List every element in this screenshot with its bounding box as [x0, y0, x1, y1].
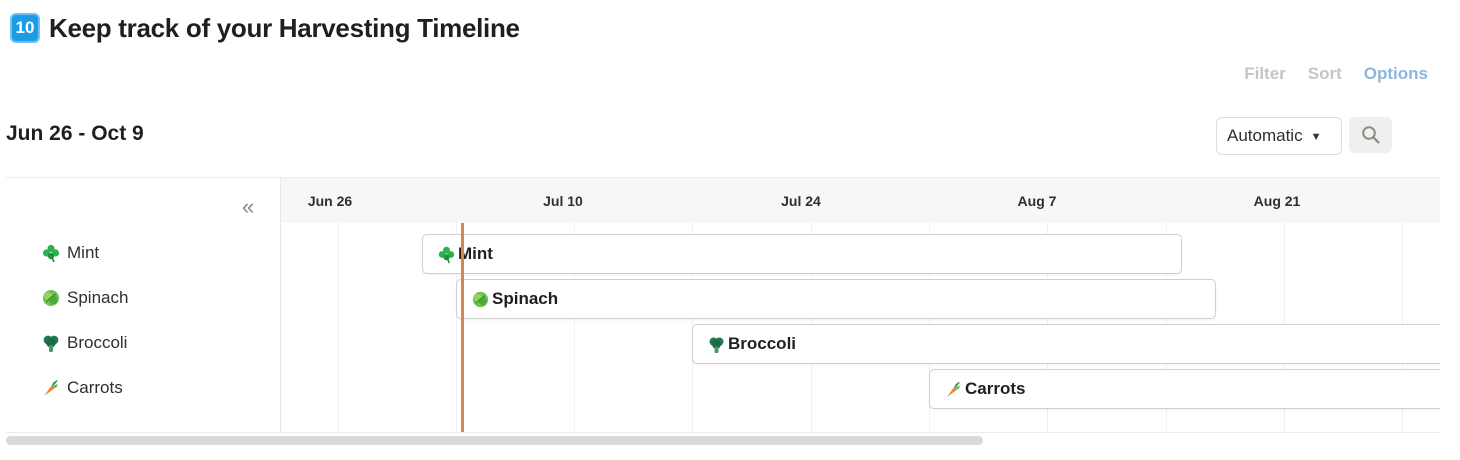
- sort-button[interactable]: Sort: [1308, 64, 1342, 84]
- date-label: Jul 10: [543, 193, 583, 209]
- timeline-bar-mint[interactable]: Mint: [422, 234, 1182, 274]
- grid-line: [338, 223, 339, 432]
- broccoli-icon: [43, 335, 59, 352]
- carrot-icon: [43, 379, 59, 397]
- timeline-bar-carrots[interactable]: Carrots: [929, 369, 1440, 409]
- view-actions: Filter Sort Options: [1222, 64, 1428, 84]
- bar-label: Broccoli: [728, 334, 797, 353]
- horizontal-scrollbar[interactable]: [6, 436, 983, 445]
- date-label: Jun 26: [307, 193, 353, 209]
- timeline: « Mint Spinach Broccoli Carrots Jun 26 J…: [6, 177, 1440, 433]
- lettuce-icon: [42, 289, 60, 307]
- search-icon: [1361, 126, 1380, 144]
- row-label-mint[interactable]: Mint: [41, 238, 99, 268]
- zoom-select[interactable]: Automatic ▼: [1216, 117, 1342, 155]
- timeline-bar-broccoli[interactable]: Broccoli: [692, 324, 1440, 364]
- timeline-row-list: « Mint Spinach Broccoli Carrots: [6, 178, 281, 432]
- broccoli-icon: [709, 336, 724, 353]
- bar-label: Carrots: [965, 379, 1026, 398]
- row-label-text: Broccoli: [67, 333, 128, 352]
- row-label-text: Carrots: [67, 378, 123, 397]
- bar-label: Spinach: [492, 289, 559, 308]
- row-label-text: Spinach: [67, 288, 129, 307]
- page-title: Keep track of your Harvesting Timeline: [49, 12, 520, 43]
- shamrock-icon: [438, 245, 455, 264]
- filter-button[interactable]: Filter: [1244, 64, 1286, 84]
- chevron-down-icon: ▼: [1310, 131, 1322, 143]
- row-label-broccoli[interactable]: Broccoli: [41, 328, 127, 358]
- date-label: Jul 24: [781, 193, 821, 209]
- timeline-grid: Jun 26 Jul 10 Jul 24 Aug 7 Aug 21 Mint S…: [281, 178, 1440, 432]
- keycap-ten-icon: 10: [10, 13, 40, 43]
- today-marker-line: [461, 223, 464, 432]
- options-button[interactable]: Options: [1364, 64, 1428, 84]
- date-range-title: Jun 26 - Oct 9: [6, 122, 144, 145]
- row-label-carrots[interactable]: Carrots: [41, 373, 123, 403]
- row-label-spinach[interactable]: Spinach: [41, 283, 128, 313]
- row-label-text: Mint: [67, 243, 100, 262]
- timeline-bar-spinach[interactable]: Spinach: [456, 279, 1216, 319]
- zoom-select-value: Automatic: [1227, 126, 1303, 145]
- date-label: Aug 21: [1253, 193, 1301, 209]
- timeline-date-header: Jun 26 Jul 10 Jul 24 Aug 7 Aug 21: [281, 178, 1440, 223]
- lettuce-icon: [472, 290, 489, 308]
- page-header: 10 Keep track of your Harvesting Timelin…: [10, 10, 520, 46]
- date-label: Aug 7: [1017, 193, 1057, 209]
- collapse-double-chevron-icon[interactable]: «: [242, 194, 254, 220]
- shamrock-icon: [42, 244, 60, 263]
- search-button[interactable]: [1349, 117, 1392, 153]
- carrot-icon: [946, 381, 961, 398]
